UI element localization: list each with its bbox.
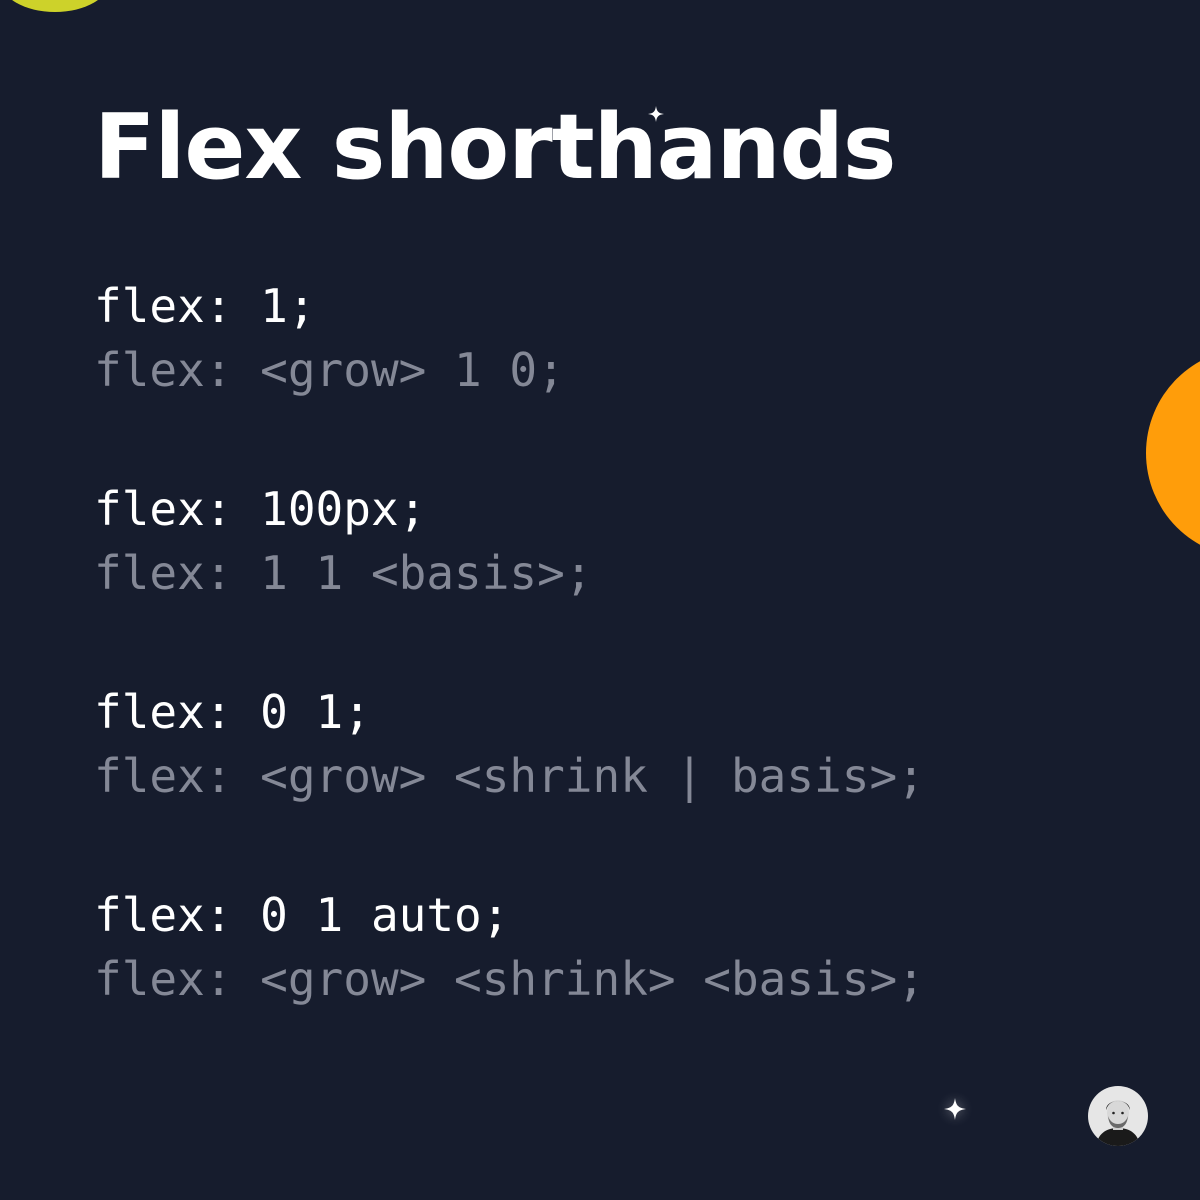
expanded-code: flex: 1 1 <basis>; [94, 546, 593, 600]
shorthand-code: flex: 0 1; [94, 685, 371, 739]
sparkle-icon [648, 106, 664, 122]
author-avatar [1088, 1086, 1148, 1146]
example-flex-0-1: flex: 0 1; flex: <grow> <shrink | basis>… [94, 680, 925, 808]
shorthand-code: flex: 0 1 auto; [94, 888, 510, 942]
expanded-code: flex: <grow> <shrink> <basis>; [94, 952, 925, 1006]
decorative-orange-circle [1146, 348, 1200, 558]
example-flex-100px: flex: 100px; flex: 1 1 <basis>; [94, 477, 593, 605]
avatar-portrait [1088, 1086, 1148, 1146]
decorative-yellow-circle [0, 0, 110, 12]
sparkle-icon [944, 1098, 966, 1120]
expanded-code: flex: <grow> <shrink | basis>; [94, 749, 925, 803]
slide: Flex shorthands flex: 1; flex: <grow> 1 … [0, 0, 1200, 1200]
page-title: Flex shorthands [94, 95, 897, 200]
example-flex-1: flex: 1; flex: <grow> 1 0; [94, 274, 565, 402]
shorthand-code: flex: 100px; [94, 482, 427, 536]
shorthand-code: flex: 1; [94, 279, 316, 333]
example-flex-0-1-auto: flex: 0 1 auto; flex: <grow> <shrink> <b… [94, 883, 925, 1011]
expanded-code: flex: <grow> 1 0; [94, 343, 565, 397]
